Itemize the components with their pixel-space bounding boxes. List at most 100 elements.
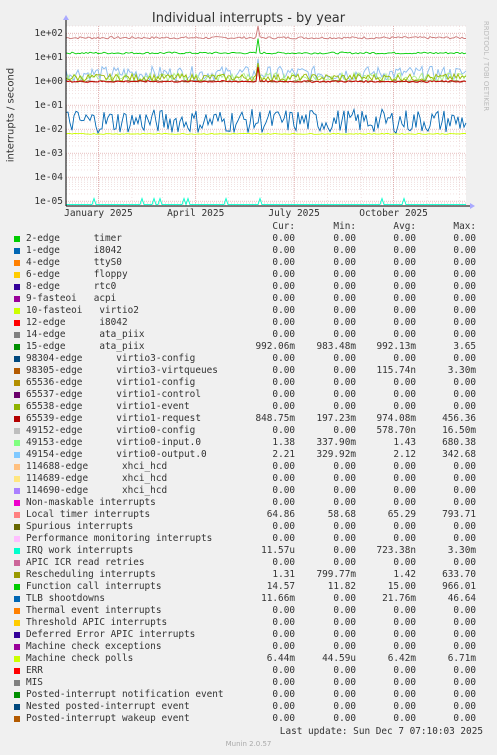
plot-area: 1e+02 1e+01 1e+00 1e-01 1e-02 1e-03 1e-04 1e-05… [34, 15, 475, 219]
y-tick-label: 1e+01 [34, 52, 63, 63]
legend-label: Function call interrupts [26, 581, 162, 592]
legend-label: Posted-interrupt wakeup event [26, 713, 190, 724]
legend-row: TLB shootdowns 11.66m 0.00 21.76m 46.64 [0, 593, 497, 605]
legend-swatch [14, 392, 20, 398]
legend-row: Thermal event interrupts 0.00 0.00 0.00 0.00 [0, 605, 497, 617]
legend-swatch [14, 284, 20, 290]
legend-label: Spurious interrupts [26, 521, 134, 532]
legend-row: 6-edge floppy 0.00 0.00 0.00 0.00 [0, 269, 497, 281]
legend-swatch [14, 440, 20, 446]
legend-value-cur: 848.75m [255, 413, 295, 424]
legend-value-cur: 64.86 [266, 509, 295, 520]
legend-value-cur: 0.00 [272, 245, 295, 256]
legend-value-max: 0.00 [453, 473, 476, 484]
legend-value-max: 633.70 [442, 569, 476, 580]
legend-value-cur: 0.00 [272, 665, 295, 676]
legend-swatch [14, 632, 20, 638]
legend-label: Deferred Error APIC interrupts [26, 629, 196, 640]
legend-value-cur: 14.57 [266, 581, 295, 592]
legend-row: 49153-edge virtio0-input.0 1.38 337.90m 1.4… [0, 437, 497, 449]
legend-value-cur: 0.00 [272, 605, 295, 616]
legend-value-cur: 0.00 [272, 461, 295, 472]
legend-row: 114690-edge xhci_hcd 0.00 0.00 0.00 0.00 [0, 485, 497, 497]
legend-row: 14-edge ata_piix 0.00 0.00 0.00 0.00 [0, 329, 497, 341]
legend-swatch [14, 320, 20, 326]
y-tick-label: 1e+02 [34, 28, 63, 39]
legend-row: 114689-edge xhci_hcd 0.00 0.00 0.00 0.00 [0, 473, 497, 485]
legend-row: 114688-edge xhci_hcd 0.00 0.00 0.00 0.00 [0, 461, 497, 473]
legend-value-max: 0.00 [453, 281, 476, 292]
legend-value-cur: 0.00 [272, 473, 295, 484]
legend-row: Posted-interrupt notification event 0.00 0… [0, 689, 497, 701]
legend-swatch [14, 512, 20, 518]
legend-label: 4-edge ttyS0 [26, 257, 122, 268]
legend-label: ERR [26, 665, 43, 676]
legend-row: 65538-edge virtio1-event 0.00 0.00 0.00 0.00 [0, 401, 497, 413]
legend-value-cur: 0.00 [272, 401, 295, 412]
legend-value-max: 680.38 [442, 437, 476, 448]
legend-label: Non-maskable interrupts [26, 497, 156, 508]
legend-swatch [14, 476, 20, 482]
legend-label: 49154-edge virtio0-output.0 [26, 449, 207, 460]
legend-swatch [14, 584, 20, 590]
legend-row: IRQ work interrupts 11.57u 0.00 723.38n 3.30… [0, 545, 497, 557]
legend-value-max: 0.00 [453, 665, 476, 676]
legend-value-max: 456.36 [442, 413, 476, 424]
legend-value-max: 0.00 [453, 461, 476, 472]
legend-value-cur: 992.06m [255, 341, 295, 352]
legend-value-max: 3.65 [453, 341, 476, 352]
legend-value-cur: 0.00 [272, 689, 295, 700]
legend-value-max: 0.00 [453, 713, 476, 724]
legend-row: 10-fasteoi virtio2 0.00 0.00 0.00 0.00 [0, 305, 497, 317]
legend-row: ERR 0.00 0.00 0.00 0.00 [0, 665, 497, 677]
legend-label: Thermal event interrupts [26, 605, 162, 616]
legend-row: Machine check polls 6.44m 44.59u 6.42m 6.71m [0, 653, 497, 665]
legend-swatch [14, 236, 20, 242]
legend-label: 15-edge ata_piix [26, 341, 145, 352]
footer: Munin 2.0.57 [225, 740, 272, 748]
legend-swatch [14, 608, 20, 614]
legend-row: Non-maskable interrupts 0.00 0.00 0.00 0.00 [0, 497, 497, 509]
legend-swatch [14, 548, 20, 554]
legend-value-cur: 0.00 [272, 353, 295, 364]
legend-row: 98305-edge virtio3-virtqueues 0.00 0.00 115… [0, 365, 497, 377]
legend-value-max: 0.00 [453, 269, 476, 280]
legend-value-max: 0.00 [453, 305, 476, 316]
y-axis-arrow [63, 15, 69, 20]
legend-swatch [14, 356, 20, 362]
legend-value-cur: 0.00 [272, 293, 295, 304]
legend-header: Cur: Min: Avg: Max: [0, 221, 497, 233]
legend-row: Nested posted-interrupt event 0.00 0.00 0.0… [0, 701, 497, 713]
legend-label: 49153-edge virtio0-input.0 [26, 437, 201, 448]
legend-label: Machine check exceptions [26, 641, 162, 652]
legend-row: 9-fasteoi acpi 0.00 0.00 0.00 0.00 [0, 293, 497, 305]
legend-label: TLB shootdowns [26, 593, 106, 604]
legend-value-max: 0.00 [453, 557, 476, 568]
legend-value-cur: 0.00 [272, 641, 295, 652]
legend-swatch [14, 644, 20, 650]
legend-swatch [14, 464, 20, 470]
legend-value-max: 0.00 [453, 329, 476, 340]
legend-value-max: 0.00 [453, 641, 476, 652]
legend-row: 98304-edge virtio3-config 0.00 0.00 0.00 0.0… [0, 353, 497, 365]
legend-label: 98305-edge virtio3-virtqueues [26, 365, 218, 376]
legend-label: Rescheduling interrupts [26, 569, 156, 580]
legend-value-max: 0.00 [453, 317, 476, 328]
legend-label: 114688-edge xhci_hcd [26, 461, 168, 472]
legend-row: 2-edge timer 0.00 0.00 0.00 0.00 [0, 233, 497, 245]
legend-label: 65538-edge virtio1-event [26, 401, 190, 412]
legend-value-cur: 0.00 [272, 521, 295, 532]
legend-row: Deferred Error APIC interrupts 0.00 0.00 0.… [0, 629, 497, 641]
legend-value-max: 0.00 [453, 701, 476, 712]
x-tick-label: July 2025 [268, 208, 319, 219]
legend-row: APIC ICR read retries 0.00 0.00 0.00 0.00 [0, 557, 497, 569]
legend-value-cur: 0.00 [272, 317, 295, 328]
legend-label: 114690-edge xhci_hcd [26, 485, 168, 496]
legend-swatch [14, 428, 20, 434]
legend-label: APIC ICR read retries [26, 557, 145, 568]
legend-swatch [14, 620, 20, 626]
legend-label: 65537-edge virtio1-control [26, 389, 201, 400]
legend-value-max: 793.71 [442, 509, 476, 520]
legend-value-max: 3.30m [447, 365, 476, 376]
legend-label: 8-edge rtc0 [26, 281, 117, 292]
